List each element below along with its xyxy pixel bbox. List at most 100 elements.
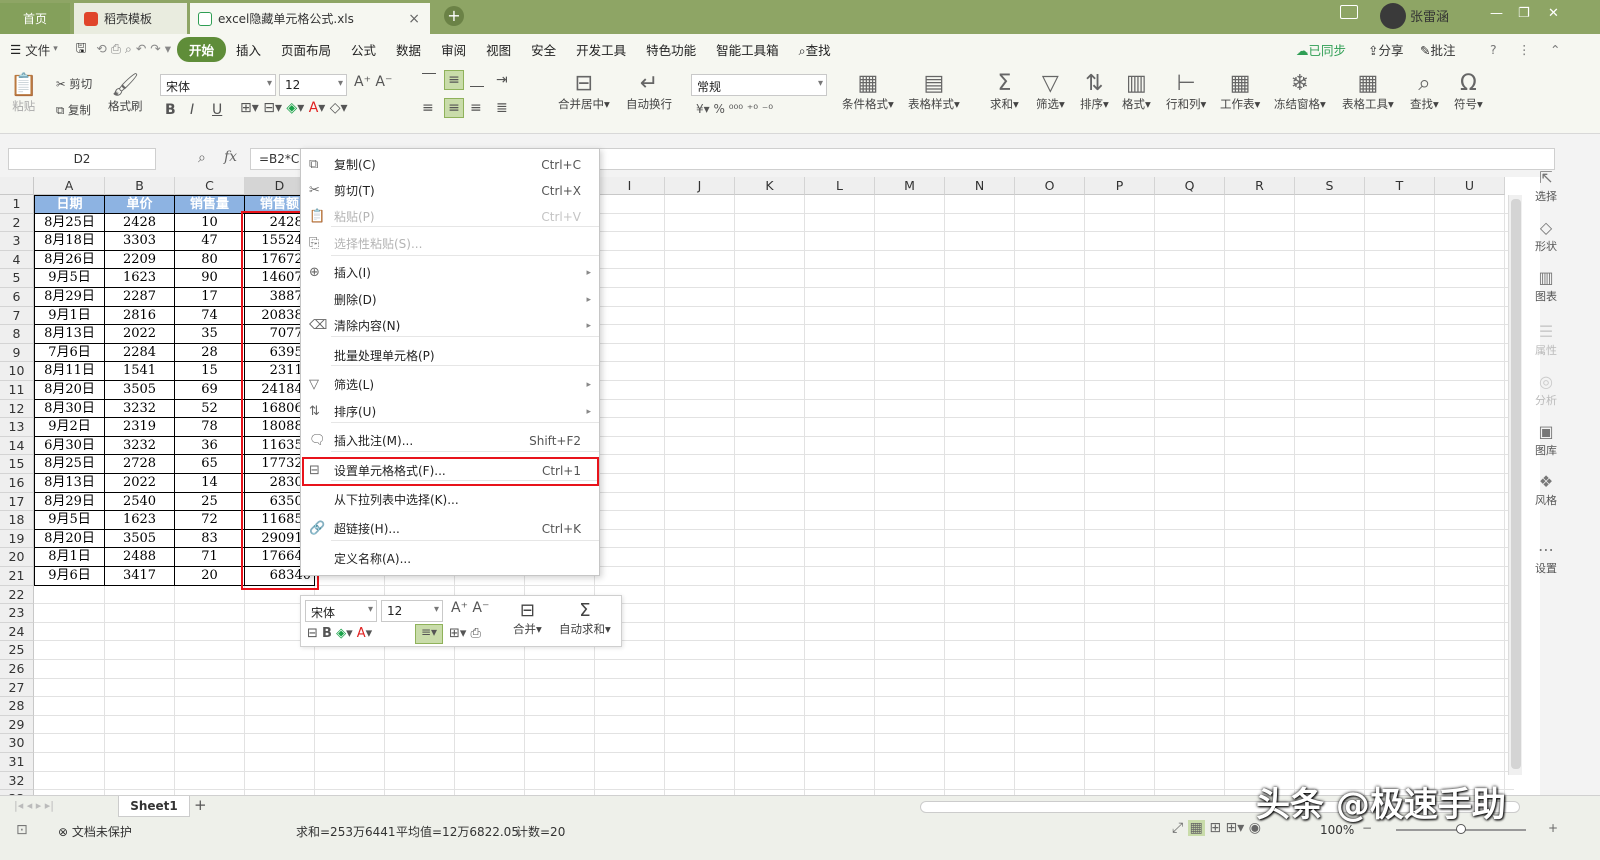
column-header-j[interactable]: J [665,177,735,195]
table-cell[interactable]: 2287 [105,288,175,307]
column-header-n[interactable]: N [945,177,1015,195]
format-button[interactable]: ▥ 格式▾ [1122,72,1151,112]
sum-button[interactable]: Σ 求和▾ [990,72,1019,112]
spreadsheet-grid[interactable]: ABCDEFGHIJKLMNOPQRSTU 123456789101112131… [0,177,1540,801]
quick-access-icons[interactable]: ⟲ ⎙ ⌕ ↶ ↷ ▾ [96,41,171,57]
table-cell[interactable]: 6月30日 [34,436,105,456]
table-cell[interactable]: 9月1日 [34,306,105,326]
table-cell[interactable]: 1623 [105,269,175,288]
zoom-in-icon[interactable]: + [1548,821,1558,835]
column-header-t[interactable]: T [1365,177,1435,195]
column-header-u[interactable]: U [1435,177,1505,195]
mini-format-icons[interactable]: ⊟ B ◈▾ A▾ [307,626,372,641]
column-header-m[interactable]: M [875,177,945,195]
table-cell[interactable]: 8月13日 [34,474,105,493]
context-menu-item[interactable]: ⎘ 选择性粘贴(S)... [301,232,599,256]
column-header-o[interactable]: O [1015,177,1085,195]
panel-gallery[interactable]: ▣ 图库 [1524,422,1568,458]
underline-button[interactable]: U [212,102,222,118]
column-header-l[interactable]: L [805,177,875,195]
row-header[interactable]: 21 [0,567,34,586]
align-right-icon[interactable]: ≡ [470,100,482,116]
avatar[interactable] [1380,3,1406,29]
panel-analysis[interactable]: ◎ 分析 [1524,372,1568,408]
restore-button[interactable]: ❐ [1518,6,1530,21]
panel-chart[interactable]: ▥ 图表 [1524,268,1568,304]
table-cell[interactable]: 1541 [105,362,175,381]
table-cell[interactable]: 8月11日 [34,362,105,381]
table-cell[interactable]: 9月6日 [34,567,105,586]
mini-border-icon[interactable]: ⊞▾ ⎙ [449,626,481,641]
context-menu-item[interactable]: ▽ 筛选(L) ▸ [301,373,599,397]
row-header[interactable]: 18 [0,511,34,530]
table-cell[interactable]: 3417 [105,567,175,586]
zoom-formula-icon[interactable]: ⌕ [198,150,206,166]
sheet-nav-arrows-icon[interactable]: |◂ ◂ ▸ ▸| [14,799,54,812]
worksheet-button[interactable]: ▦ 工作表▾ [1220,72,1260,112]
sync-status[interactable]: ☁已同步 [1296,40,1346,59]
row-header[interactable]: 31 [0,753,34,772]
table-cell[interactable]: 72 [175,511,245,530]
table-cell[interactable]: 80 [175,250,245,270]
save-icon[interactable]: 🖫 [66,39,97,60]
tab-home[interactable]: 首页 [0,3,70,34]
find-button[interactable]: ⌕ 查找▾ [1410,72,1439,112]
context-menu-item[interactable]: ⊕ 插入(I) ▸ [301,261,599,285]
number-format-icons[interactable]: ¥▾ % ⁰⁰⁰ ⁺⁰ ⁻⁰ [696,102,773,116]
row-header[interactable]: 14 [0,436,34,456]
bold-button[interactable]: B [165,102,176,118]
menu-formula[interactable]: 公式 [341,40,386,59]
table-cell[interactable]: 8月25日 [34,213,105,233]
add-tab-button[interactable]: + [444,6,464,26]
table-cell[interactable]: 2022 [105,325,175,344]
italic-button[interactable]: I [190,102,194,118]
row-header[interactable]: 23 [0,604,34,623]
table-cell[interactable]: 69 [175,381,245,400]
wrap-text-button[interactable]: ↵ 自动换行 [626,72,672,112]
paste-button[interactable]: 📋 粘贴 [10,74,37,114]
font-size-select[interactable]: 12 [279,74,347,96]
name-box[interactable]: D2 [8,148,156,170]
row-header[interactable]: 1 [0,195,34,214]
table-cell[interactable]: 8月20日 [34,381,105,400]
mini-size-select[interactable]: 12 [381,600,443,622]
menu-home[interactable]: 开始 [176,36,226,62]
mini-autosum-button[interactable]: Σ 自动求和▾ [559,600,611,637]
table-cell[interactable]: 2540 [105,492,175,512]
row-header[interactable]: 20 [0,548,34,567]
table-cell[interactable]: 71 [175,548,245,567]
table-cell[interactable]: 7月6日 [34,343,105,363]
table-cell[interactable]: 10 [175,213,245,233]
table-cell[interactable]: 2022 [105,474,175,493]
row-header[interactable]: 29 [0,715,34,735]
column-header-r[interactable]: R [1225,177,1295,195]
sheet-tab-sheet1[interactable]: Sheet1 [118,796,190,817]
menu-view[interactable]: 视图 [476,40,521,59]
comment-button[interactable]: ✎批注 [1420,40,1456,59]
row-header[interactable]: 15 [0,455,34,474]
table-cell[interactable]: 2488 [105,548,175,567]
column-header-s[interactable]: S [1295,177,1365,195]
row-header[interactable]: 26 [0,660,34,679]
table-tools-button[interactable]: ▦ 表格工具▾ [1342,72,1394,112]
copy-button[interactable]: ⧉ 复制 [56,102,91,118]
row-header[interactable]: 19 [0,529,34,549]
freeze-panes-button[interactable]: ❄ 冻结窗格▾ [1274,72,1326,112]
table-cell[interactable]: 35 [175,325,245,344]
collapse-ribbon-icon[interactable]: ⌃ [1550,42,1560,57]
menu-security[interactable]: 安全 [521,40,566,59]
table-cell[interactable]: 25 [175,492,245,512]
table-cell[interactable]: 14 [175,474,245,493]
table-cell[interactable]: 65 [175,455,245,474]
tab-template[interactable]: 稻壳模板 [74,3,187,34]
share-button[interactable]: ⇪分享 [1368,40,1404,59]
row-header[interactable]: 7 [0,306,34,326]
table-cell[interactable]: 28 [175,343,245,363]
context-menu-item[interactable]: 删除(D) ▸ [301,288,599,312]
header-cell[interactable]: 单价 [105,195,175,214]
table-cell[interactable]: 2816 [105,306,175,326]
row-header[interactable]: 13 [0,418,34,437]
context-menu-item[interactable]: 🔗 超链接(H)... Ctrl+K [301,517,599,541]
table-cell[interactable]: 8月1日 [34,548,105,567]
table-cell[interactable]: 2209 [105,250,175,270]
